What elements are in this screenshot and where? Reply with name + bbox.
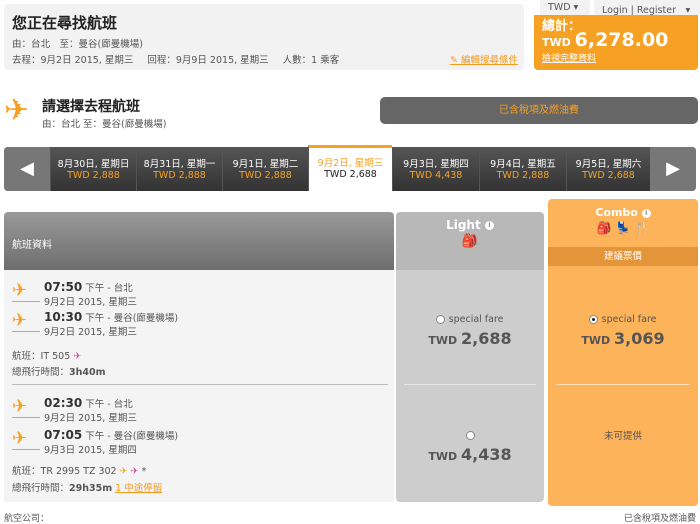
baggage-icon: 🎒 — [596, 221, 612, 235]
date-tab[interactable]: 9月1日, 星期二 TWD 2,888 — [222, 147, 308, 191]
arrival-plane-icon: ✈ — [12, 430, 40, 450]
total-box: 總計： TWD 6,278.00 檢視完整資料 — [534, 15, 698, 70]
view-details-link[interactable]: 檢視完整資料 — [542, 51, 596, 64]
airplane-icon: ✈ — [4, 93, 30, 128]
next-dates-arrow-icon[interactable]: ▶ — [650, 147, 696, 191]
airline-footer: 航空公司： — [4, 514, 50, 524]
unavailable-text: 未可提供 — [603, 431, 642, 442]
light-fare-header: Light i 🎒 — [396, 212, 544, 270]
tax-note-bar: 已含稅項及燃油費 — [380, 97, 698, 124]
edit-search-link[interactable]: ✎ 編輯搜尋條件 — [450, 52, 518, 66]
total-currency: TWD — [542, 36, 571, 49]
flight-number: IT 505 — [40, 351, 71, 362]
passenger-count: 人數：1 乘客 — [282, 55, 340, 66]
date-selector: ◀ 8月30日, 星期日 TWD 2,888 8月31日, 星期一 TWD 2,88… — [4, 145, 696, 191]
duration: 29h35m — [69, 483, 113, 494]
combo-fare-radio[interactable] — [589, 314, 599, 324]
light-price: 4,438 — [461, 445, 512, 464]
total-amount: 6,278.00 — [574, 29, 669, 51]
flight-info-header: 航班資料 — [4, 212, 394, 270]
light-fare-column: special fare TWD 2,688 TWD 4,438 — [396, 270, 544, 502]
duration: 3h40m — [69, 367, 106, 378]
currency-dropdown[interactable]: TWD ▾ — [540, 0, 590, 15]
departure-plane-icon: ✈ — [12, 282, 40, 302]
flight-number: TR 2995 TZ 302 — [40, 466, 117, 477]
date-tab[interactable]: 9月4日, 星期五 TWD 2,888 — [479, 147, 566, 191]
date-tab[interactable]: 8月30日, 星期日 TWD 2,888 — [50, 147, 136, 191]
date-tab[interactable]: 8月31日, 星期一 TWD 2,888 — [136, 147, 222, 191]
date-tab[interactable]: 9月5日, 星期六 TWD 2,688 — [566, 147, 650, 191]
stopover-link[interactable]: 1 中途停留 — [115, 483, 162, 494]
combo-price: 3,069 — [614, 329, 665, 348]
search-summary: 您正在尋找航班 由：台北 至：曼谷(廊曼機場) 去程：9月2日 2015, 星期… — [4, 4, 524, 70]
light-fare-radio[interactable] — [465, 430, 475, 440]
meal-icon: 🍴 — [634, 221, 650, 235]
combo-fare-header: Combo i 🎒 💺 🍴 建議票價 — [548, 199, 698, 270]
tax-footer: 已含稅項及燃油費 — [623, 514, 696, 524]
light-price: 2,688 — [461, 329, 512, 348]
info-icon[interactable]: i — [484, 221, 494, 230]
flight-list: ✈ 07:50 下午 - 台北 9月2日 2015, 星期三 ✈ 10:30 下午… — [4, 270, 394, 502]
date-tab-selected[interactable]: 9月2日, 星期三 TWD 2,688 — [308, 145, 392, 191]
airline-icon: ✈ — [130, 466, 139, 477]
return-date: 回程：9月9日 2015, 星期三 — [147, 55, 269, 66]
depart-date: 去程：9月2日 2015, 星期三 — [12, 55, 134, 66]
section-title: 請選擇去程航班 — [42, 99, 140, 115]
login-register-dropdown[interactable]: Login | Register ▾ — [594, 0, 700, 16]
page-title: 您正在尋找航班 — [12, 14, 118, 32]
info-icon[interactable]: i — [641, 208, 651, 218]
light-fare-radio[interactable] — [436, 314, 446, 324]
edit-search-label: 編輯搜尋條件 — [460, 55, 518, 66]
section-route: 由：台北 至：曼谷(廊曼機場) — [42, 119, 167, 130]
airline-icon: ✈ — [119, 466, 128, 477]
recommended-fare-label: 建議票價 — [548, 247, 698, 266]
seat-icon: 💺 — [615, 221, 631, 235]
prev-dates-arrow-icon[interactable]: ◀ — [4, 147, 50, 191]
combo-title: Combo — [595, 206, 638, 219]
departure-plane-icon: ✈ — [12, 398, 40, 418]
route-text: 由：台北 至：曼谷(廊曼機場) — [12, 39, 143, 50]
arrival-plane-icon: ✈ — [12, 312, 40, 332]
date-tab[interactable]: 9月3日, 星期四 TWD 4,438 — [392, 147, 479, 191]
light-title: Light — [446, 218, 481, 232]
pencil-icon: ✎ — [450, 55, 461, 66]
airline-icon: ✈ — [73, 351, 82, 362]
combo-fare-column: special fare TWD 3,069 未可提供 — [548, 270, 698, 506]
baggage-icon: 🎒 — [461, 234, 479, 249]
